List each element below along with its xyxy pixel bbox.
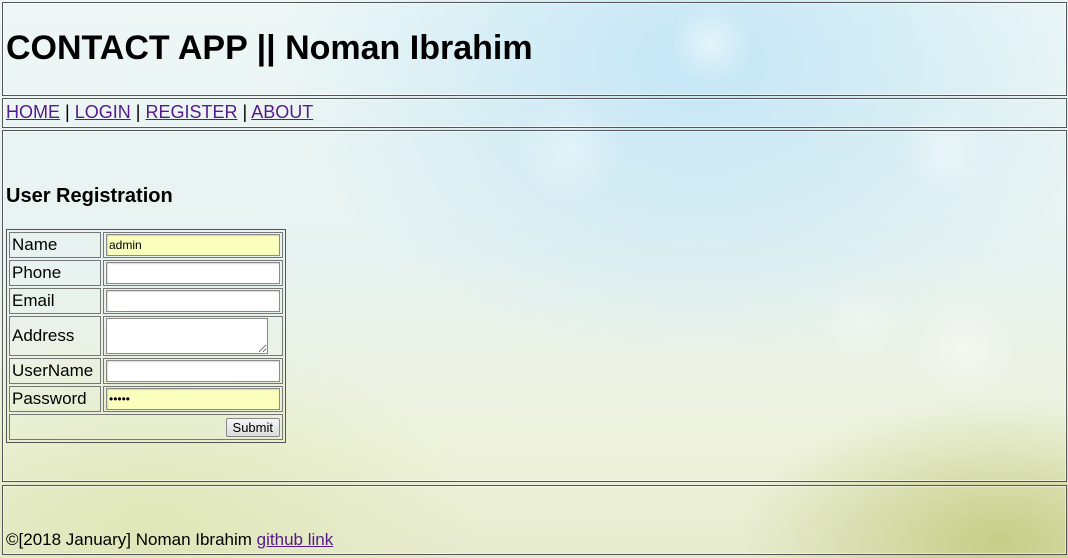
site-title: CONTACT APP || Noman Ibrahim [6,29,533,67]
email-input[interactable] [106,290,280,312]
phone-cell [103,260,283,286]
phone-input[interactable] [106,262,280,284]
password-input[interactable] [106,388,280,410]
form-row-address: Address [9,316,283,356]
nav-link-register[interactable]: REGISTER [145,102,237,122]
username-input[interactable] [106,360,280,382]
password-label: Password [9,386,101,412]
form-row-phone: Phone [9,260,283,286]
nav-bar: HOME | LOGIN | REGISTER | ABOUT [6,102,313,123]
address-textarea[interactable] [106,318,268,354]
nav-separator: | [242,102,248,122]
form-row-password: Password [9,386,283,412]
registration-heading: User Registration [6,185,173,207]
email-cell [103,288,283,314]
header-frame: CONTACT APP || Noman Ibrahim [2,2,1067,96]
footer-frame: ©[2018 January] Noman Ibrahim github lin… [2,485,1067,555]
nav-link-login[interactable]: LOGIN [75,102,131,122]
submit-button[interactable]: Submit [225,418,280,437]
password-cell [103,386,283,412]
email-label: Email [9,288,101,314]
nav-link-home[interactable]: HOME [6,102,60,122]
form-row-submit: Submit [9,414,283,440]
nav-frame: HOME | LOGIN | REGISTER | ABOUT [2,98,1067,128]
username-label: UserName [9,358,101,384]
submit-cell: Submit [9,414,283,440]
content-frame: User Registration Name Phone Email Addre… [2,130,1067,482]
address-label: Address [9,316,101,356]
nav-separator: | [65,102,70,122]
copyright-text: ©[2018 January] Noman Ibrahim [6,530,252,549]
nav-link-about[interactable]: ABOUT [251,102,313,122]
username-cell [103,358,283,384]
nav-separator: | [135,102,141,122]
name-label: Name [9,232,101,258]
form-row-username: UserName [9,358,283,384]
phone-label: Phone [9,260,101,286]
address-cell [103,316,283,356]
form-row-email: Email [9,288,283,314]
footer: ©[2018 January] Noman Ibrahim github lin… [6,530,333,550]
github-link[interactable]: github link [257,530,334,549]
name-input[interactable] [106,234,280,256]
registration-form: Name Phone Email Address UserName [6,229,286,443]
form-row-name: Name [9,232,283,258]
name-cell [103,232,283,258]
